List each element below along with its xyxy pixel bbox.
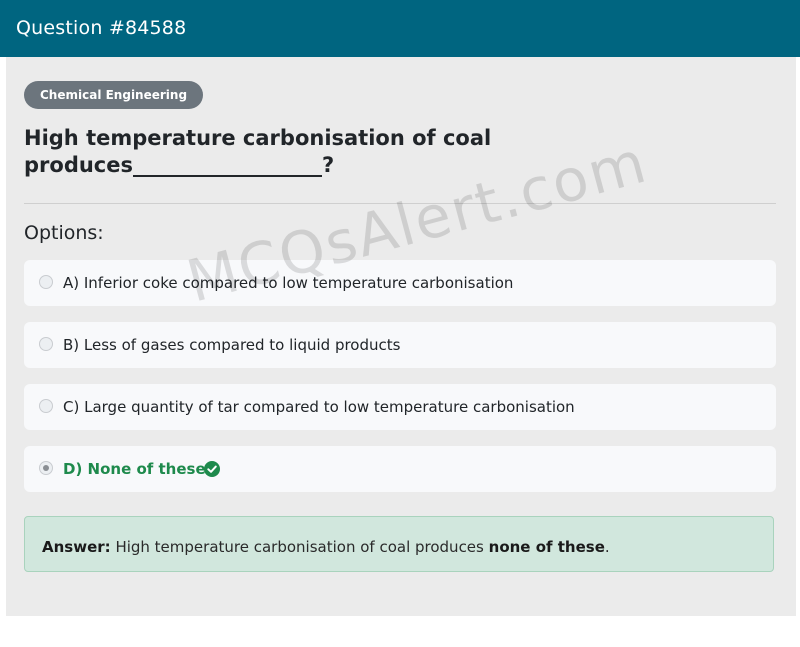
check-circle-icon [204,461,220,477]
option-a-radio[interactable] [39,275,53,289]
option-d-radio[interactable] [39,461,53,475]
option-c-radio[interactable] [39,399,53,413]
option-c[interactable]: C) Large quantity of tar compared to low… [24,384,776,430]
option-c-label: C) Large quantity of tar compared to low… [63,398,575,416]
option-d[interactable]: D) None of these [24,446,776,492]
options-heading: Options: [24,222,104,244]
page-header: Question #84588 [0,0,800,57]
option-d-label: D) None of these [63,460,206,478]
answer-text: High temperature carbonisation of coal p… [115,538,484,556]
answer-emphasis: none of these [488,538,605,556]
question-card: Chemical Engineering High temperature ca… [6,57,796,616]
divider [24,203,776,204]
answer-box: Answer: High temperature carbonisation o… [24,516,774,572]
answer-line: Answer: High temperature carbonisation o… [42,538,610,556]
option-a-label: A) Inferior coke compared to low tempera… [63,274,514,292]
answer-suffix: . [604,538,610,556]
option-a[interactable]: A) Inferior coke compared to low tempera… [24,260,776,306]
question-text: High temperature carbonisation of coal p… [24,126,492,177]
option-b-radio[interactable] [39,337,53,351]
option-b-label: B) Less of gases compared to liquid prod… [63,336,401,354]
category-badge[interactable]: Chemical Engineering [24,81,204,109]
option-b[interactable]: B) Less of gases compared to liquid prod… [24,322,776,368]
question-number-title: Question #84588 [16,17,187,39]
answer-label: Answer: [42,538,111,556]
